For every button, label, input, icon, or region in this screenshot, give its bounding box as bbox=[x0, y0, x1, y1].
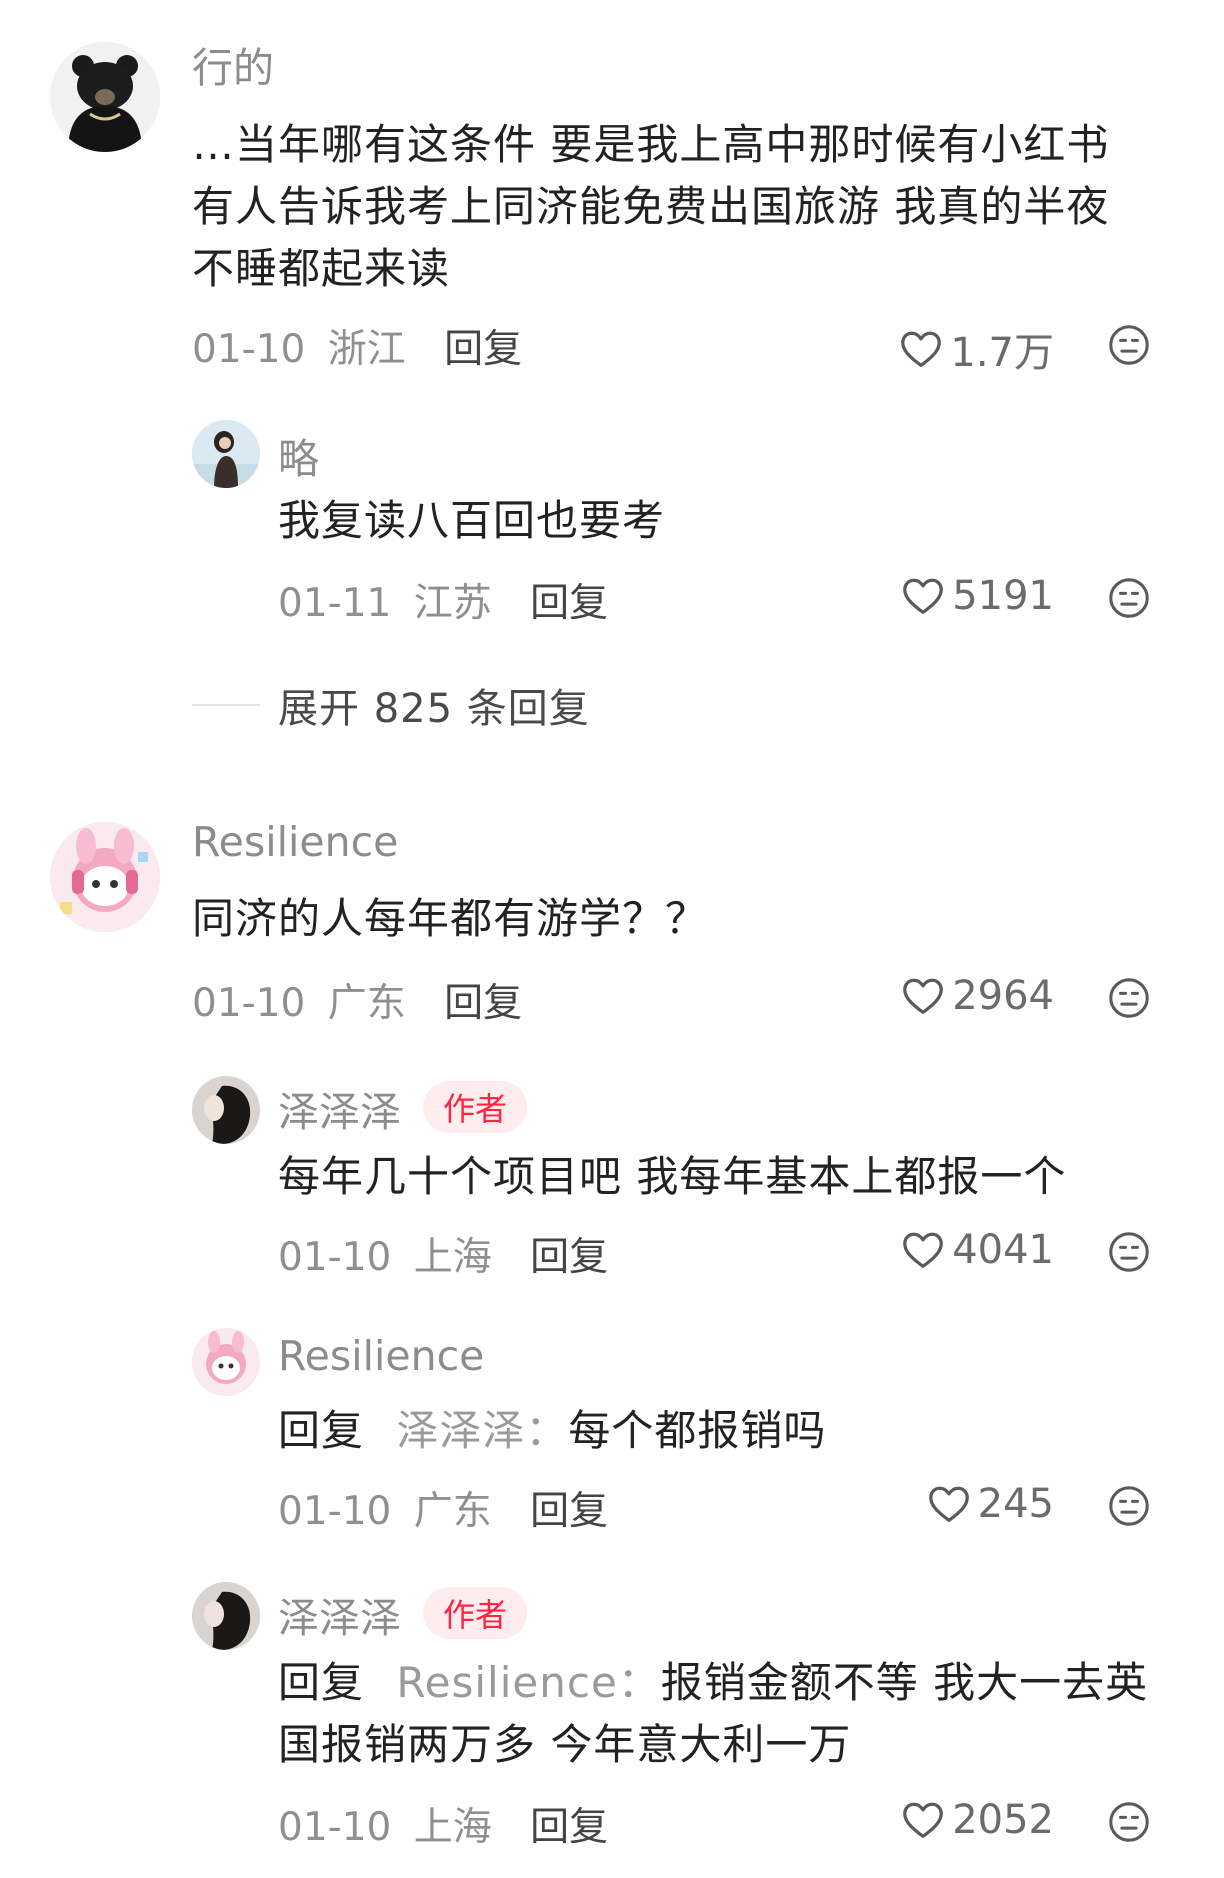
reply-button[interactable]: 回复 bbox=[444, 327, 522, 372]
reply-location: 江苏 bbox=[413, 581, 492, 626]
like-button[interactable]: 2052 bbox=[900, 1797, 1054, 1843]
reply-button[interactable]: 回复 bbox=[530, 1489, 608, 1534]
reply-button[interactable]: 回复 bbox=[444, 981, 522, 1026]
reply-text: 我复读八百回也要考 bbox=[278, 496, 666, 545]
reply-meta: 01-11 江苏 回复 bbox=[278, 572, 608, 628]
reply-date: 01-10 bbox=[278, 1235, 392, 1280]
avatar[interactable] bbox=[50, 822, 160, 932]
like-count: 4041 bbox=[952, 1227, 1054, 1273]
reply-text: 回复 Resilience：报销金额不等 我大一去英国报销两万多 今年意大利一万 bbox=[278, 1652, 1178, 1776]
author-avatar-image bbox=[192, 1582, 260, 1650]
reply-date: 01-10 bbox=[278, 1805, 392, 1850]
reply-prefix: 回复 bbox=[278, 1406, 365, 1455]
avatar[interactable] bbox=[192, 1582, 260, 1650]
like-count: 2052 bbox=[952, 1797, 1054, 1843]
comment-date: 01-10 bbox=[192, 327, 306, 372]
girl-avatar-image bbox=[192, 420, 260, 488]
reply-location: 上海 bbox=[413, 1235, 492, 1280]
neutral-face-icon[interactable] bbox=[1106, 575, 1152, 621]
comment-location: 浙江 bbox=[327, 327, 406, 372]
reply-date: 01-11 bbox=[278, 581, 392, 626]
reply-text: 回复 泽泽泽：每个都报销吗 bbox=[278, 1400, 1168, 1462]
comment-text: 同济的人每年都有游学？？ bbox=[192, 894, 709, 943]
username[interactable]: Resilience bbox=[278, 1332, 484, 1380]
heart-outline-icon bbox=[898, 326, 944, 372]
bear-avatar-image bbox=[50, 42, 160, 152]
neutral-face-icon[interactable] bbox=[1106, 975, 1152, 1021]
expand-divider bbox=[192, 704, 260, 706]
like-count: 2964 bbox=[952, 973, 1054, 1019]
reply-prefix: 回复 bbox=[278, 1658, 365, 1707]
reply-to-mention[interactable]: Resilience： bbox=[396, 1658, 660, 1707]
reply-meta: 01-10 上海 回复 bbox=[278, 1226, 608, 1282]
comment-text: …当年哪有这条件 要是我上高中那时候有小红书有人告诉我考上同济能免费出国旅游 我… bbox=[192, 120, 1110, 293]
comment-location: 广东 bbox=[327, 981, 406, 1026]
reply-meta: 01-10 上海 回复 bbox=[278, 1796, 608, 1852]
like-button[interactable]: 245 bbox=[926, 1481, 1054, 1527]
reply-button[interactable]: 回复 bbox=[530, 1235, 608, 1280]
like-button[interactable]: 4041 bbox=[900, 1227, 1054, 1273]
comment-meta: 01-10 浙江 回复 bbox=[192, 318, 522, 374]
cartoon-avatar-image bbox=[192, 1328, 260, 1396]
neutral-face-icon[interactable] bbox=[1106, 322, 1152, 368]
avatar[interactable] bbox=[50, 42, 160, 152]
username-text: 泽泽泽 bbox=[278, 1088, 401, 1136]
reply-button[interactable]: 回复 bbox=[530, 581, 608, 626]
reply-text: 每年几十个项目吧 我每年基本上都报一个 bbox=[278, 1152, 1067, 1201]
username[interactable]: 泽泽泽 作者 bbox=[278, 1584, 528, 1644]
reply-date: 01-10 bbox=[278, 1489, 392, 1534]
reply-to-mention[interactable]: 泽泽泽： bbox=[396, 1406, 568, 1455]
comment-date: 01-10 bbox=[192, 981, 306, 1026]
neutral-face-icon[interactable] bbox=[1106, 1483, 1152, 1529]
username[interactable]: 略 bbox=[278, 425, 319, 485]
reply-button[interactable]: 回复 bbox=[530, 1805, 608, 1850]
like-button[interactable]: 1.7万 bbox=[898, 320, 1054, 378]
author-badge: 作者 bbox=[423, 1081, 528, 1133]
expand-replies-label: 展开 825 条回复 bbox=[278, 686, 590, 732]
heart-outline-icon bbox=[926, 1481, 972, 1527]
reply-location: 广东 bbox=[413, 1489, 492, 1534]
heart-outline-icon bbox=[900, 1797, 946, 1843]
avatar[interactable] bbox=[192, 1328, 260, 1396]
username[interactable]: 行的 bbox=[192, 34, 274, 94]
cartoon-avatar-image bbox=[50, 822, 160, 932]
reply-meta: 01-10 广东 回复 bbox=[278, 1480, 608, 1536]
heart-outline-icon bbox=[900, 1227, 946, 1273]
neutral-face-icon[interactable] bbox=[1106, 1229, 1152, 1275]
like-count: 245 bbox=[977, 1481, 1054, 1527]
author-avatar-image bbox=[192, 1076, 260, 1144]
expand-replies-button[interactable]: 展开 825 条回复 bbox=[192, 676, 590, 734]
like-count: 1.7万 bbox=[950, 330, 1054, 376]
like-count: 5191 bbox=[952, 573, 1054, 619]
avatar[interactable] bbox=[192, 420, 260, 488]
comment-meta: 01-10 广东 回复 bbox=[192, 972, 522, 1028]
heart-outline-icon bbox=[900, 973, 946, 1019]
heart-outline-icon bbox=[900, 573, 946, 619]
like-button[interactable]: 5191 bbox=[900, 573, 1054, 619]
username[interactable]: 泽泽泽 作者 bbox=[278, 1078, 528, 1138]
like-button[interactable]: 2964 bbox=[900, 973, 1054, 1019]
reply-body: 每个都报销吗 bbox=[568, 1406, 827, 1455]
username[interactable]: Resilience bbox=[192, 818, 398, 866]
reply-location: 上海 bbox=[413, 1805, 492, 1850]
avatar[interactable] bbox=[192, 1076, 260, 1144]
neutral-face-icon[interactable] bbox=[1106, 1799, 1152, 1845]
author-badge: 作者 bbox=[423, 1587, 528, 1639]
username-text: 泽泽泽 bbox=[278, 1594, 401, 1642]
